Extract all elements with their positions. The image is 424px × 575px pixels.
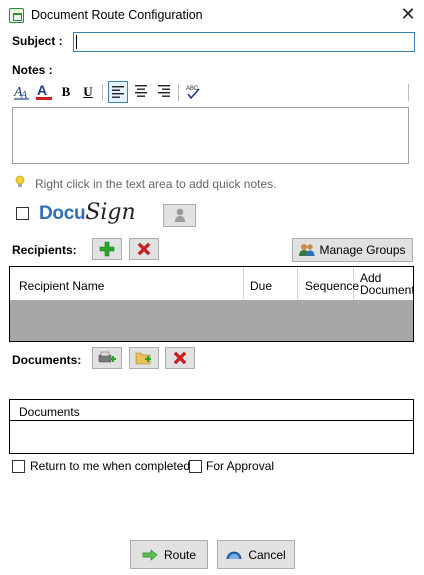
underline-icon[interactable]: U [78, 81, 98, 103]
svg-text:A: A [37, 82, 47, 98]
spell-check-icon[interactable]: ABC [183, 81, 203, 103]
recipients-grid-body[interactable] [10, 300, 413, 341]
subject-input[interactable] [73, 32, 415, 52]
add-recipient-button[interactable] [92, 238, 122, 260]
docusign-checkbox[interactable] [16, 207, 29, 220]
plus-icon [99, 241, 115, 257]
return-when-completed-checkbox[interactable] [12, 460, 25, 473]
x-icon [137, 242, 151, 256]
app-icon [9, 8, 24, 23]
documents-table[interactable]: Documents [9, 399, 414, 454]
close-icon[interactable]: ✕ [398, 4, 418, 26]
notes-textarea[interactable] [12, 107, 409, 164]
route-button[interactable]: Route [130, 540, 208, 569]
return-when-completed-label: Return to me when completed [30, 459, 191, 473]
text-caret [76, 35, 77, 49]
toolbar-separator [178, 84, 179, 101]
bold-icon[interactable]: B [56, 81, 76, 103]
recipients-table[interactable]: Recipient Name Due Sequence Add Document… [9, 266, 414, 342]
window-title: Document Route Configuration [31, 8, 203, 22]
docusign-user-button[interactable] [163, 204, 196, 227]
column-header-documents[interactable]: Documents [10, 400, 413, 421]
for-approval-checkbox[interactable] [189, 460, 202, 473]
toolbar-separator [102, 84, 103, 101]
notes-label: Notes : [12, 63, 53, 77]
folder-add-icon [135, 352, 151, 365]
column-header-recipient-name[interactable]: Recipient Name [10, 267, 244, 299]
documents-label: Documents: [12, 353, 82, 367]
cancel-icon [226, 551, 242, 559]
add-document-button[interactable] [129, 347, 159, 369]
font-color-icon[interactable]: A [34, 81, 54, 103]
align-left-icon[interactable] [108, 81, 128, 103]
subject-label: Subject : [12, 34, 63, 48]
recipients-label: Recipients: [12, 243, 77, 257]
scanner-add-icon [98, 351, 116, 363]
cancel-label: Cancel [248, 547, 286, 562]
x-icon [173, 351, 187, 365]
group-icon [299, 244, 315, 256]
align-center-icon[interactable] [131, 81, 151, 103]
remove-recipient-button[interactable] [129, 238, 159, 260]
column-header-add-documents[interactable]: Add Documents [354, 267, 414, 299]
column-header-sequence[interactable]: Sequence [298, 267, 359, 299]
manage-groups-label: Manage Groups [319, 243, 406, 257]
font-icon[interactable]: A A [12, 81, 32, 103]
cancel-button[interactable]: Cancel [217, 540, 295, 569]
docusign-logo: DocuSign [39, 200, 136, 225]
title-bar: Document Route Configuration ✕ [0, 0, 424, 31]
lightbulb-icon [15, 175, 25, 189]
arrow-right-icon [142, 548, 158, 561]
quick-notes-hint: Right click in the text area to add quic… [35, 177, 277, 191]
route-label: Route [163, 547, 197, 562]
for-approval-label: For Approval [206, 459, 275, 473]
manage-groups-button[interactable]: Manage Groups [292, 238, 413, 262]
scan-document-button[interactable] [92, 347, 122, 369]
remove-document-button[interactable] [165, 347, 195, 369]
user-icon [174, 208, 185, 222]
notes-format-toolbar: A A A B U ABC [12, 81, 410, 103]
align-right-icon[interactable] [154, 81, 174, 103]
toolbar-separator [408, 84, 409, 101]
column-header-due[interactable]: Due [244, 267, 298, 299]
